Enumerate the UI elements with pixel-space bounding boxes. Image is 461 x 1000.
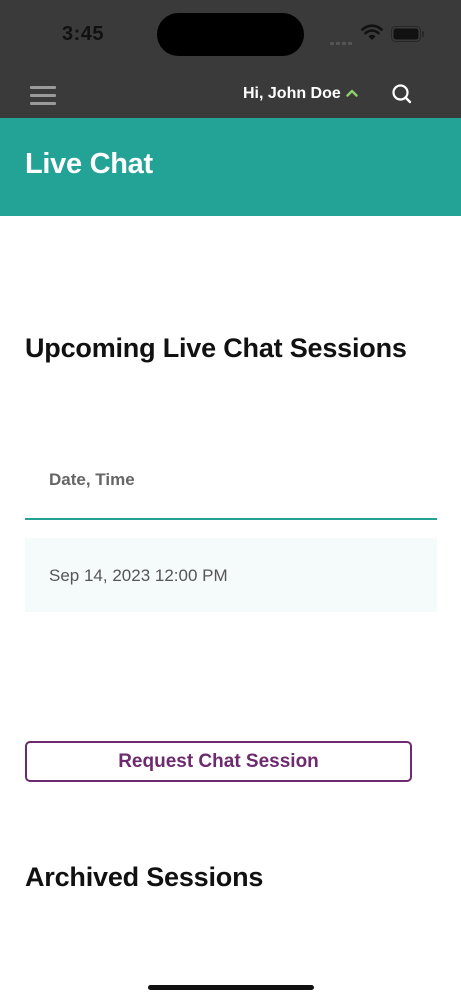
battery-icon (391, 26, 424, 42)
user-menu-toggle[interactable]: Hi, John Doe (243, 82, 358, 106)
home-indicator[interactable] (148, 985, 314, 990)
status-time: 3:45 (62, 23, 105, 45)
wifi-icon (361, 24, 383, 40)
page-banner: Live Chat (0, 118, 461, 216)
table-row: Sep 14, 2023 12:00 PM (25, 538, 437, 612)
column-header-date-time: Date, Time (49, 470, 135, 489)
app-header: Hi, John Doe (0, 70, 461, 118)
hamburger-menu-icon[interactable] (30, 84, 56, 105)
signal-icon (330, 32, 354, 50)
request-chat-session-button[interactable]: Request Chat Session (25, 741, 412, 782)
search-icon[interactable] (390, 82, 414, 106)
page-title: Live Chat (25, 148, 153, 180)
chevron-up-icon (346, 89, 358, 97)
upcoming-sessions-heading: Upcoming Live Chat Sessions (25, 333, 407, 363)
user-greeting: Hi, John Doe (243, 85, 341, 102)
status-bar: 3:45 (0, 0, 461, 70)
dynamic-island (157, 13, 304, 56)
sessions-table-header: Date, Time (25, 454, 437, 520)
archived-sessions-heading: Archived Sessions (25, 862, 264, 892)
session-date-time: Sep 14, 2023 12:00 PM (49, 566, 228, 585)
